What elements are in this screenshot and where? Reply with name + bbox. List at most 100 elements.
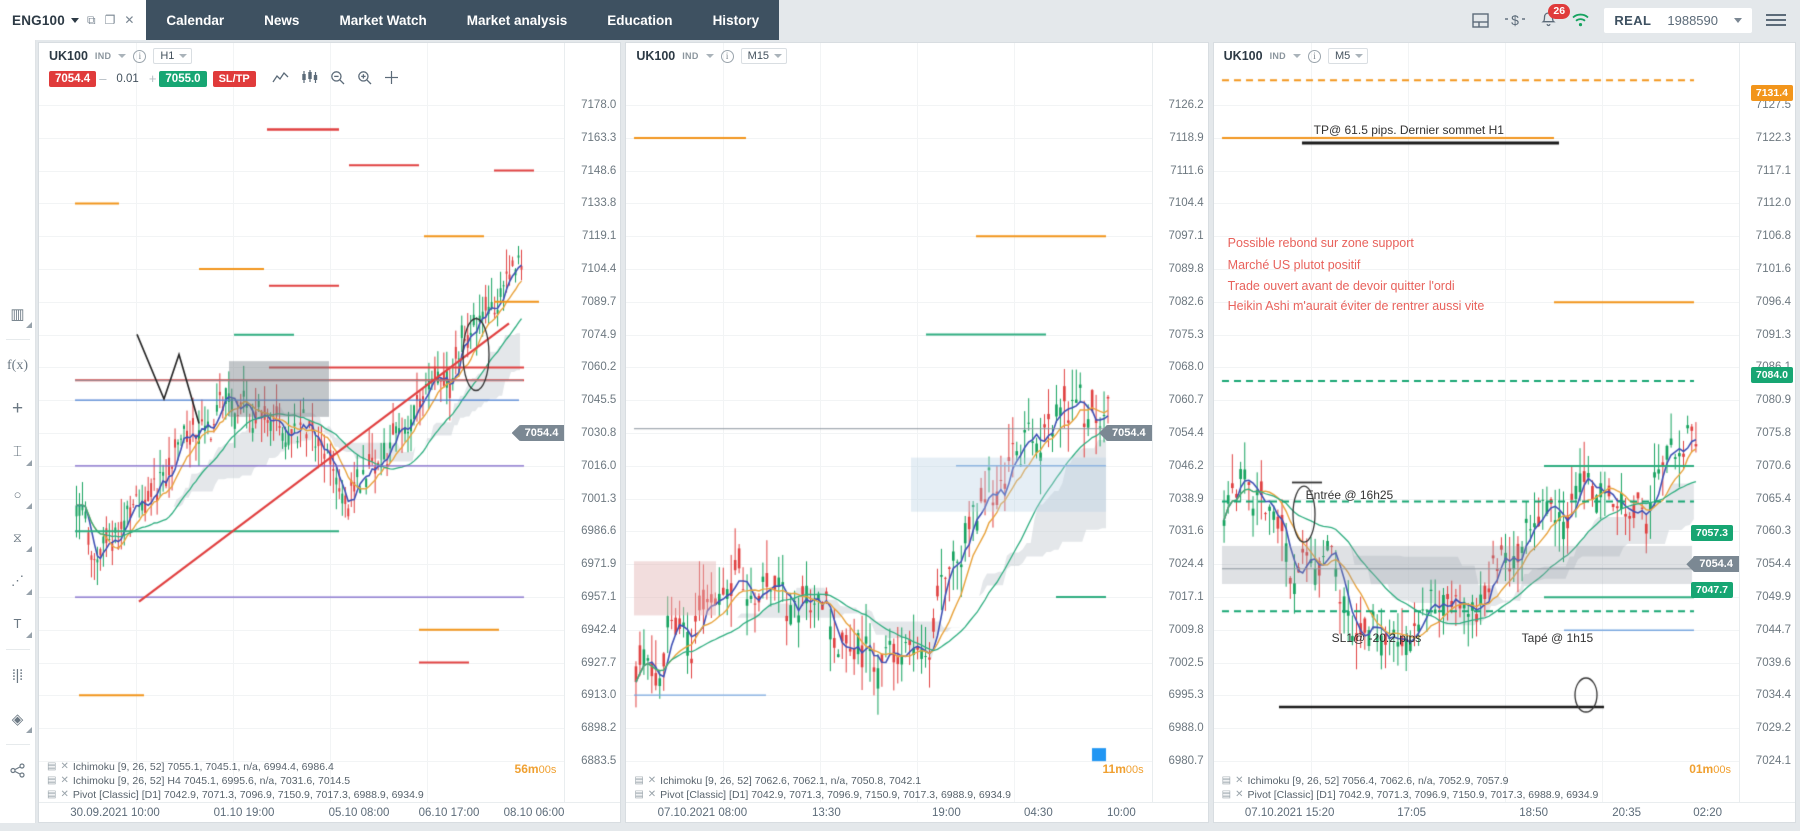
top-bar: ENG100 ⧉ ❐ ✕ Calendar News Market Watch … — [0, 0, 1800, 40]
chevron-down-icon[interactable] — [1734, 17, 1742, 23]
chart-panel-m5[interactable]: 7127.5 7122.3 7117.1 7112.0 7106.8 7101.6 7096… — [1212, 42, 1796, 823]
timeframe-selector-h1[interactable]: H1 — [153, 48, 193, 64]
remove-indicator-icon[interactable]: ✕ — [60, 774, 68, 788]
chevron-down-icon[interactable] — [1292, 54, 1301, 58]
notifications-bell[interactable]: 26 — [1540, 4, 1571, 29]
price-tick: 7097.1 — [1168, 230, 1204, 243]
annotation-trade-ouvert: Trade ouvert avant de devoir quitter l'o… — [1227, 279, 1455, 293]
price-tick: 7002.5 — [1168, 656, 1204, 669]
chevron-down-icon[interactable] — [70, 17, 79, 23]
time-axis-m5[interactable]: 07.10.2021 15:20 17:05 18:50 20:35 02:20 — [1213, 802, 1795, 822]
remove-indicator-icon[interactable]: ✕ — [1235, 774, 1243, 788]
crosshair-icon[interactable] — [384, 70, 399, 88]
drawing-toolbar: ▥ f(x) + ⌶ ○ ⧖ ⋰ T ⦙|⦙ ◈ — [0, 40, 36, 823]
price-axis-h1[interactable]: 7178.0 7163.3 7148.6 7133.8 7119.1 7104.4 7089… — [564, 43, 621, 822]
timeframe-selector-m5[interactable]: M5 — [1327, 48, 1369, 64]
indicator-legend-row[interactable]: ▤ ✕ Pivot [Classic] [D1] 7042.9, 7071.3,… — [1214, 788, 1795, 802]
chevron-down-icon[interactable] — [1355, 54, 1364, 58]
chevron-down-icon[interactable] — [705, 54, 714, 58]
visibility-icon[interactable]: ▤ — [47, 760, 57, 774]
indicators-bars-icon[interactable]: ▥ — [0, 292, 36, 335]
info-icon[interactable]: i — [720, 49, 734, 63]
price-axis-m15[interactable]: 7126.2 7118.9 7111.6 7104.4 7097.1 7089.8 7082… — [1151, 43, 1208, 822]
share-icon[interactable] — [0, 749, 36, 792]
current-price-tag-m15: 7054.4 — [1106, 425, 1152, 441]
circle-shape-icon[interactable]: ○ — [0, 473, 36, 516]
chart-panel-m15[interactable]: 7126.2 7118.9 7111.6 7104.4 7097.1 7089.8 7082… — [625, 42, 1209, 823]
layers-icon[interactable]: ◈ — [0, 697, 36, 740]
buy-price-button[interactable]: 7055.0 — [159, 70, 207, 87]
connection-wifi-icon — [1571, 12, 1590, 28]
sell-price-button[interactable]: 7054.4 — [49, 70, 97, 87]
countdown-minutes: 56m — [514, 762, 539, 776]
remove-indicator-icon[interactable]: ✕ — [648, 788, 656, 802]
indicator-legend-row[interactable]: ▤ ✕ Pivot [Classic] [D1] 7042.9, 7071.3,… — [39, 788, 620, 802]
add-plus-icon[interactable]: + — [0, 387, 36, 430]
zoom-in-icon[interactable] — [357, 70, 372, 88]
timeframe-label: M15 — [747, 50, 770, 62]
line-chart-icon[interactable] — [272, 71, 289, 87]
info-icon[interactable]: i — [1307, 49, 1321, 63]
indicator-legend-row[interactable]: ▤ ✕ Ichimoku [9, 26, 52] 7056.4, 7062.6,… — [1214, 774, 1795, 788]
text-tool-icon[interactable]: T — [0, 602, 36, 645]
timeframe-selector-m15[interactable]: M15 — [740, 48, 788, 64]
volume-decrement-button[interactable]: – — [96, 71, 109, 86]
price-tick: 7080.9 — [1755, 394, 1791, 407]
chevron-down-icon[interactable] — [118, 54, 127, 58]
restore-icon[interactable]: ⧉ — [87, 14, 96, 26]
sltp-button[interactable]: SL/TP — [212, 70, 256, 87]
chart-panel-h1[interactable]: 7178.0 7163.3 7148.6 7133.8 7119.1 7104.4 7089… — [38, 42, 622, 823]
chevron-down-icon[interactable] — [179, 54, 188, 58]
remove-indicator-icon[interactable]: ✕ — [60, 788, 68, 802]
visibility-icon[interactable]: ▤ — [634, 788, 644, 802]
visibility-icon[interactable]: ▤ — [1222, 788, 1232, 802]
zoom-out-icon[interactable] — [330, 70, 345, 88]
pitchfork-icon[interactable]: ⋰ — [0, 559, 36, 602]
visibility-icon[interactable]: ▤ — [1222, 774, 1232, 788]
chevron-down-icon[interactable] — [774, 54, 783, 58]
account-selector[interactable]: REAL 1988590 — [1604, 7, 1752, 33]
visibility-icon[interactable]: ▤ — [634, 774, 644, 788]
fibonacci-icon[interactable]: ⧖ — [0, 516, 36, 559]
nav-history[interactable]: History — [693, 0, 780, 40]
info-icon[interactable]: i — [133, 49, 147, 63]
remove-indicator-icon[interactable]: ✕ — [60, 760, 68, 774]
time-tick: 01.10 19:00 — [213, 806, 275, 819]
indicator-legend-row[interactable]: ▤ ✕ Pivot [Classic] [D1] 7042.9, 7071.3,… — [626, 788, 1207, 802]
hamburger-menu-icon[interactable] — [1766, 14, 1786, 26]
nav-calendar[interactable]: Calendar — [146, 0, 244, 40]
price-tick: 7112.0 — [1756, 197, 1791, 210]
nav-market-watch[interactable]: Market Watch — [319, 0, 446, 40]
remove-indicator-icon[interactable]: ✕ — [648, 774, 656, 788]
nav-market-analysis[interactable]: Market analysis — [447, 0, 588, 40]
price-tick: 7119.1 — [582, 230, 617, 243]
close-icon[interactable]: ✕ — [124, 14, 134, 26]
vertical-line-icon[interactable]: ⌶ — [0, 430, 36, 473]
tp-badge: 7131.4 — [1750, 85, 1793, 101]
time-axis-m15[interactable]: 07.10.2021 08:00 13:30 19:00 04:30 10:00 — [626, 802, 1208, 822]
price-axis-m5[interactable]: 7127.5 7122.3 7117.1 7112.0 7106.8 7101.6 7096… — [1738, 43, 1795, 822]
layout-icon[interactable] — [1471, 11, 1490, 30]
price-tick: 7104.4 — [581, 263, 617, 275]
price-tick: 7017.1 — [1168, 591, 1204, 603]
indicator-legend-row[interactable]: ▤ ✕ Ichimoku [9, 26, 52] 7062.6, 7062.1,… — [626, 774, 1207, 788]
nav-news[interactable]: News — [244, 0, 319, 40]
volume-input[interactable]: 0.01 — [109, 73, 145, 85]
symbol-tab[interactable]: ENG100 ⧉ ❐ ✕ — [0, 0, 147, 40]
time-axis-h1[interactable]: 30.09.2021 10:00 01.10 19:00 05.10 08:00… — [39, 802, 621, 822]
indicator-legend-text: Pivot [Classic] [D1] 7042.9, 7071.3, 709… — [660, 789, 1012, 801]
price-tick: 7111.6 — [1170, 164, 1204, 177]
price-tick: 7046.2 — [1168, 459, 1204, 472]
remove-indicator-icon[interactable]: ✕ — [1235, 788, 1243, 802]
nav-education[interactable]: Education — [587, 0, 692, 40]
annotation-marche-us: Marché US plutot positif — [1227, 258, 1361, 272]
deposit-dollar-icon[interactable]: $ — [1504, 11, 1526, 29]
visibility-icon[interactable]: ▤ — [47, 774, 57, 788]
candles-icon[interactable] — [301, 70, 318, 87]
volume-increment-button[interactable]: + — [146, 71, 160, 86]
maximize-icon[interactable]: ❐ — [105, 14, 116, 26]
function-icon[interactable]: f(x) — [0, 344, 36, 387]
candle-type-icon[interactable]: ⦙|⦙ — [0, 654, 36, 697]
visibility-icon[interactable]: ▤ — [47, 788, 57, 802]
indicator-legend-row[interactable]: ▤ ✕ Ichimoku [9, 26, 52] H4 7045.1, 6995… — [39, 774, 620, 788]
